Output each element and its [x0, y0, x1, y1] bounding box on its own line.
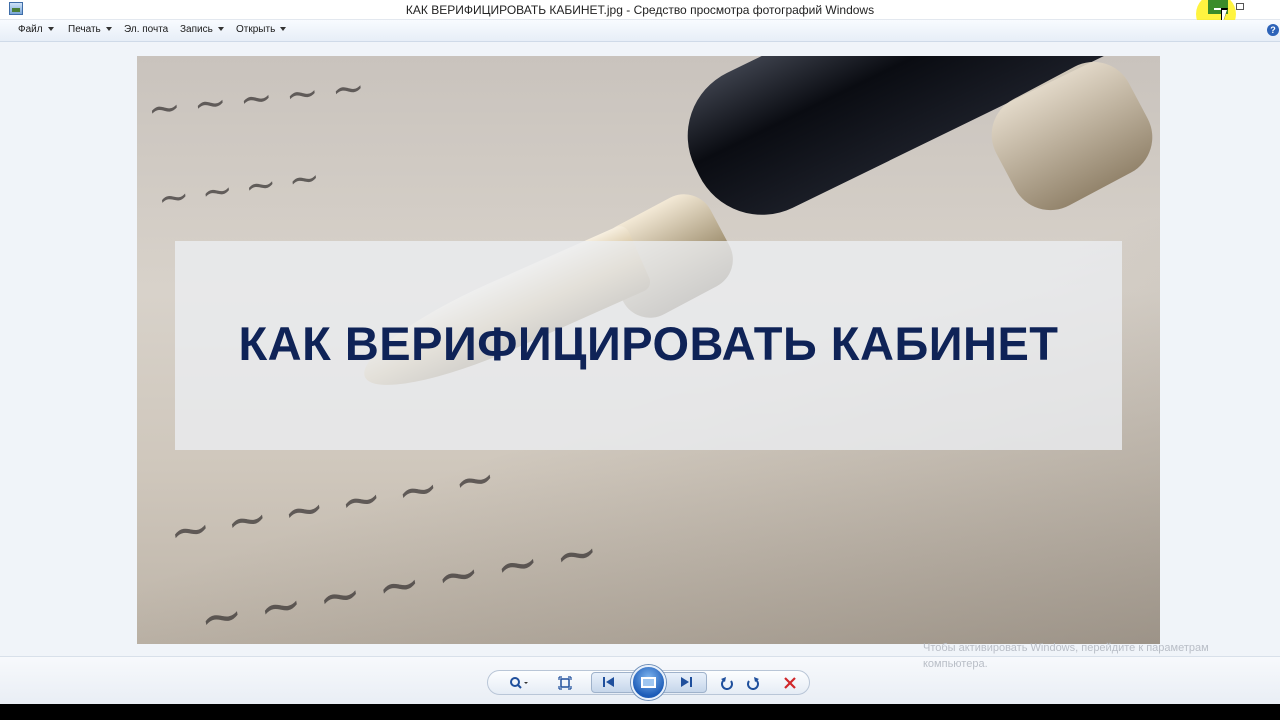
title-bar: КАК ВЕРИФИЦИРОВАТЬ КАБИНЕТ.jpg - Средств… [0, 0, 1280, 34]
menu-email[interactable]: Эл. почта [124, 24, 168, 35]
previous-icon[interactable] [603, 677, 615, 687]
window-title: КАК ВЕРИФИЦИРОВАТЬ КАБИНЕТ.jpg - Средств… [405, 3, 875, 17]
rotate-right-icon [747, 676, 759, 690]
handwriting-decoration: ~ ~ ~ ~ ~ [145, 64, 368, 134]
menu-email-label: Эл. почта [124, 24, 169, 35]
chevron-down-icon [280, 27, 287, 31]
restore-button[interactable] [1230, 0, 1250, 14]
menu-burn-label: Запись [180, 24, 213, 35]
menu-print[interactable]: Печать [68, 24, 112, 35]
menu-burn[interactable]: Запись [180, 24, 224, 35]
photo-viewer-window: КАК ВЕРИФИЦИРОВАТЬ КАБИНЕТ.jpg - Средств… [0, 0, 1280, 704]
windows-activation-watermark: Чтобы активировать Windows, перейдите к … [923, 642, 1209, 670]
rotate-right-button[interactable] [742, 672, 764, 693]
chevron-down-icon [47, 27, 54, 31]
next-icon[interactable] [680, 677, 692, 687]
menu-open[interactable]: Открыть [236, 24, 287, 35]
menu-file[interactable]: Файл [18, 24, 54, 35]
actual-size-button[interactable] [554, 672, 576, 693]
rotate-left-button[interactable] [716, 672, 738, 693]
actual-size-icon [558, 675, 572, 690]
help-icon[interactable]: ? [1267, 24, 1279, 36]
restore-icon [1236, 3, 1244, 10]
handwriting-decoration: ~ ~ ~ ~ ~ ~ [164, 447, 501, 563]
title-banner: КАК ВЕРИФИЦИРОВАТЬ КАБИНЕТ [175, 241, 1122, 450]
banner-title: КАК ВЕРИФИЦИРОВАТЬ КАБИНЕТ [238, 317, 1059, 370]
chevron-down-icon [217, 27, 224, 31]
slideshow-icon [641, 677, 656, 688]
displayed-photo: ~ ~ ~ ~ ~ ~ ~ ~ ~ ~ ~ ~ ~ ~ ~ ~ ~ ~ ~ ~ … [137, 56, 1160, 644]
menu-open-label: Открыть [236, 24, 276, 35]
menu-print-label: Печать [68, 24, 101, 35]
menu-file-label: Файл [18, 24, 43, 35]
zoom-icon [510, 676, 528, 689]
menu-bar: Файл Печать Эл. почта Запись Открыть [0, 20, 1280, 42]
delete-button[interactable] [779, 672, 801, 693]
handwriting-decoration: ~ ~ ~ ~ [154, 154, 323, 222]
zoom-button[interactable] [508, 672, 530, 693]
chevron-down-icon [105, 27, 112, 31]
slideshow-button[interactable] [631, 665, 666, 700]
rotate-left-icon [721, 676, 733, 690]
delete-icon [784, 676, 796, 689]
